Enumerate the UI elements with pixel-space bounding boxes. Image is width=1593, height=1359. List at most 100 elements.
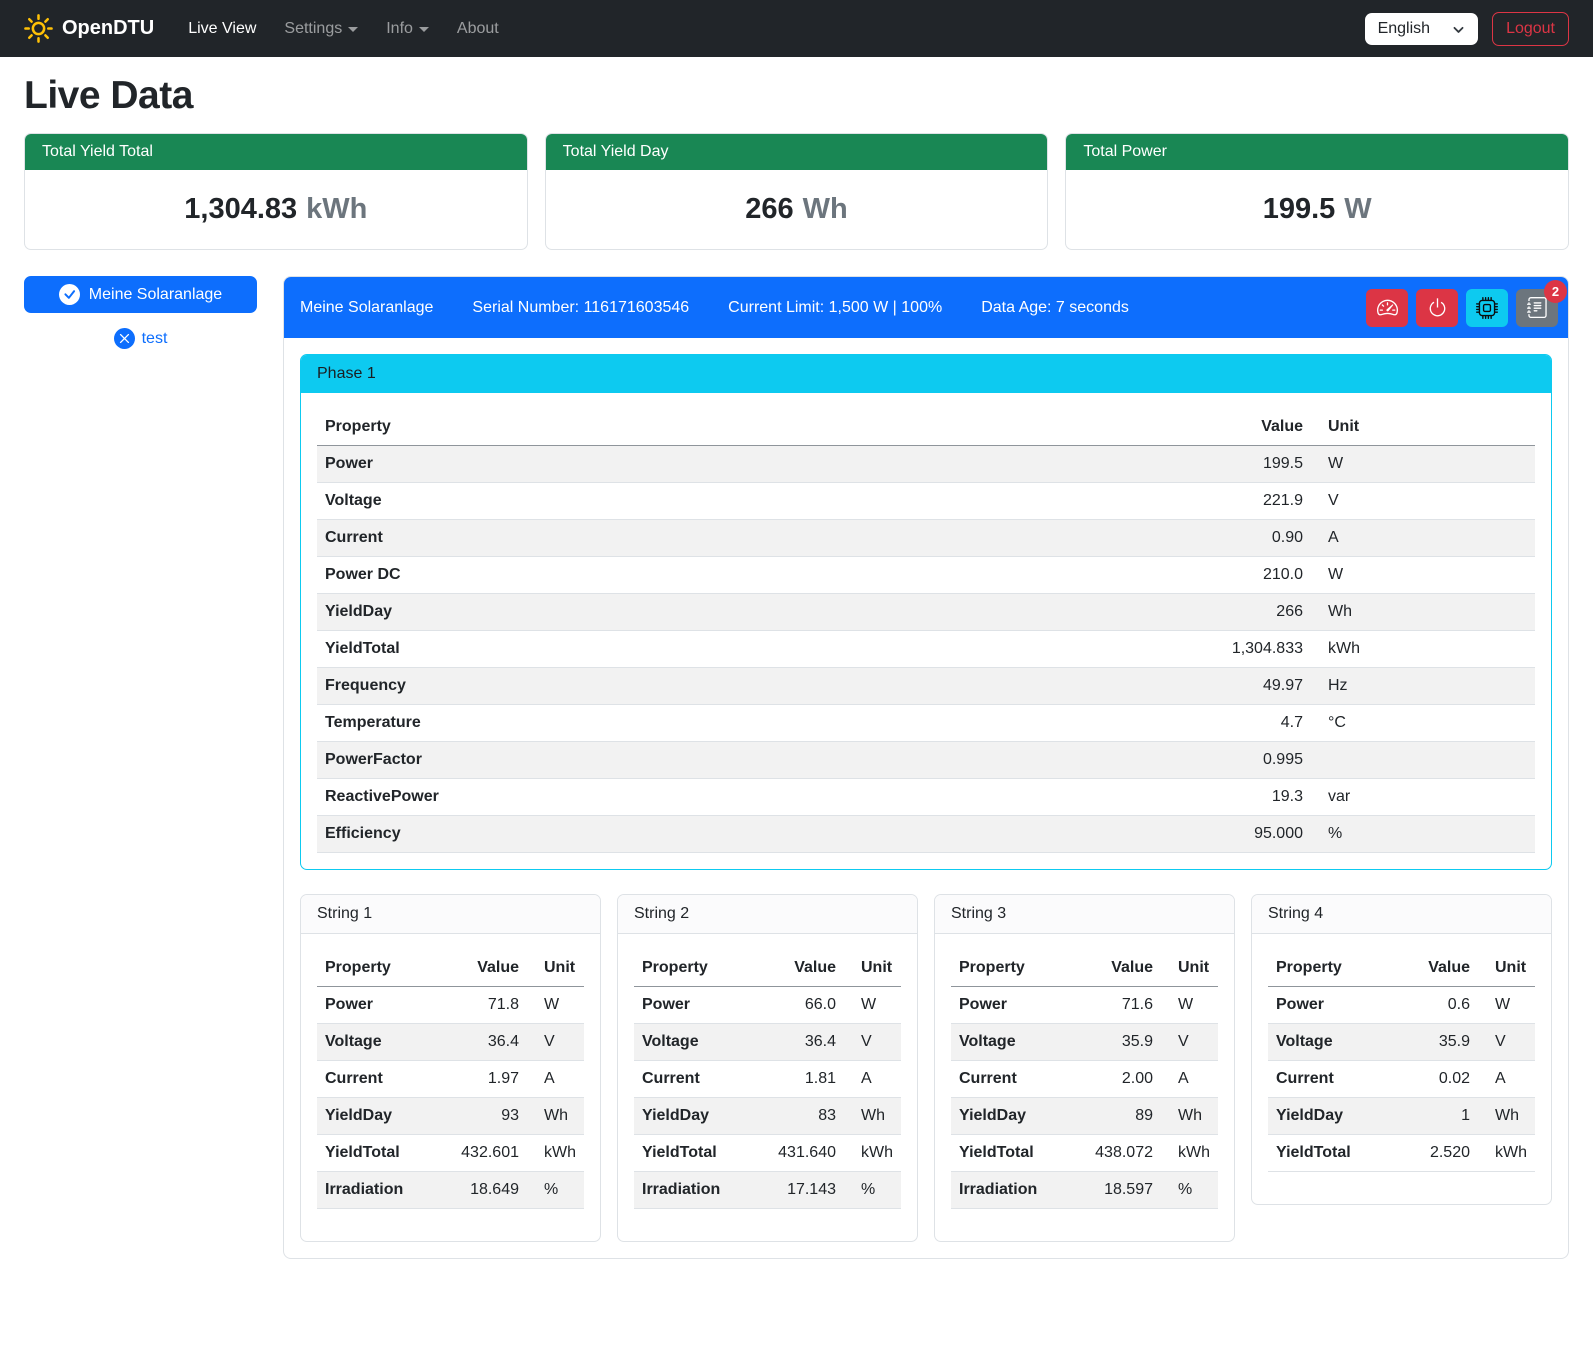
value-cell: 0.6: [1396, 987, 1478, 1024]
property-cell: Power: [317, 987, 435, 1024]
string-1-card: String 1 PropertyValueUnitPower71.8WVolt…: [300, 894, 601, 1242]
card-unit: kWh: [306, 193, 367, 225]
unit-cell: Wh: [1478, 1098, 1535, 1135]
value-cell: 2.520: [1396, 1135, 1478, 1172]
table-row: PowerFactor0.995: [317, 742, 1535, 779]
unit-cell: Wh: [527, 1098, 584, 1135]
table-row: YieldTotal2.520kWh: [1268, 1135, 1535, 1172]
property-cell: Irradiation: [634, 1172, 752, 1209]
property-cell: Irradiation: [951, 1172, 1069, 1209]
property-cell: Power: [951, 987, 1069, 1024]
unit-cell: A: [844, 1061, 901, 1098]
string-1-table: PropertyValueUnitPower71.8WVoltage36.4VC…: [317, 950, 584, 1209]
string-4-table: PropertyValueUnitPower0.6WVoltage35.9VCu…: [1268, 950, 1535, 1172]
table-row: YieldTotal431.640kWh: [634, 1135, 901, 1172]
nav-item-live-view[interactable]: Live View: [176, 12, 268, 46]
value-cell: 1: [1396, 1098, 1478, 1135]
card-value: 266: [745, 193, 793, 225]
phase-panel: Phase 1 PropertyValueUnitPower199.5WVolt…: [300, 354, 1552, 870]
nav-item-info[interactable]: Info: [374, 12, 441, 46]
device-info-button[interactable]: [1466, 289, 1508, 327]
sidebar-item-test[interactable]: test: [24, 328, 257, 349]
column-header: Unit: [1161, 950, 1218, 987]
table-row: Irradiation18.597%: [951, 1172, 1218, 1209]
unit-cell: W: [1478, 987, 1535, 1024]
limit-settings-button[interactable]: [1366, 289, 1408, 327]
card-title: Total Yield Total: [25, 134, 527, 170]
language-select[interactable]: English: [1365, 13, 1478, 45]
table-row: YieldDay266Wh: [317, 594, 1535, 631]
power-button[interactable]: [1416, 289, 1458, 327]
property-cell: Power: [317, 446, 912, 483]
table-row: YieldTotal1,304.833kWh: [317, 631, 1535, 668]
unit-cell: Hz: [1311, 668, 1535, 705]
column-header: Property: [317, 409, 912, 446]
unit-cell: kWh: [844, 1135, 901, 1172]
unit-cell: V: [1161, 1024, 1218, 1061]
unit-cell: V: [1478, 1024, 1535, 1061]
navbar-right: English Logout: [1365, 12, 1569, 46]
table-row: Power0.6W: [1268, 987, 1535, 1024]
value-cell: 210.0: [912, 557, 1311, 594]
property-cell: Efficiency: [317, 816, 912, 853]
nav-items: Live View Settings Info About: [176, 12, 511, 46]
value-cell: 0.02: [1396, 1061, 1478, 1098]
brand-link[interactable]: OpenDTU: [24, 14, 154, 43]
card-title: Total Power: [1066, 134, 1568, 170]
power-icon: [1427, 297, 1448, 318]
check-circle-icon: [59, 284, 80, 305]
value-cell: 1,304.833: [912, 631, 1311, 668]
table-row: Current0.02A: [1268, 1061, 1535, 1098]
value-cell: 0.995: [912, 742, 1311, 779]
value-cell: 83: [752, 1098, 844, 1135]
navbar: OpenDTU Live View Settings Info About En…: [0, 0, 1593, 57]
value-cell: 221.9: [912, 483, 1311, 520]
table-row: Current2.00A: [951, 1061, 1218, 1098]
table-row: Voltage221.9V: [317, 483, 1535, 520]
property-cell: Current: [951, 1061, 1069, 1098]
property-cell: Power DC: [317, 557, 912, 594]
property-cell: Voltage: [951, 1024, 1069, 1061]
sidebar-item-meine-solaranlage[interactable]: Meine Solaranlage: [24, 276, 257, 313]
value-cell: 431.640: [752, 1135, 844, 1172]
column-header: Property: [951, 950, 1069, 987]
table-row: YieldDay93Wh: [317, 1098, 584, 1135]
journal-icon: [1527, 297, 1548, 318]
chevron-down-icon: [1452, 23, 1465, 36]
table-row: YieldDay89Wh: [951, 1098, 1218, 1135]
string-3-table: PropertyValueUnitPower71.6WVoltage35.9VC…: [951, 950, 1218, 1209]
table-row: Current1.97A: [317, 1061, 584, 1098]
column-header: Unit: [844, 950, 901, 987]
value-cell: 2.00: [1069, 1061, 1161, 1098]
unit-cell: %: [1311, 816, 1535, 853]
strings-row: String 1 PropertyValueUnitPower71.8WVolt…: [300, 894, 1552, 1242]
value-cell: 1.97: [435, 1061, 527, 1098]
table-row: Temperature4.7°C: [317, 705, 1535, 742]
column-header: Value: [752, 950, 844, 987]
unit-cell: V: [1311, 483, 1535, 520]
unit-cell: [1311, 742, 1535, 779]
column-header: Value: [1396, 950, 1478, 987]
unit-cell: Wh: [1311, 594, 1535, 631]
chevron-down-icon: [348, 27, 358, 32]
unit-cell: W: [1311, 557, 1535, 594]
card-unit: W: [1344, 193, 1371, 225]
property-cell: YieldTotal: [1268, 1135, 1396, 1172]
property-cell: Frequency: [317, 668, 912, 705]
brand-label: OpenDTU: [62, 17, 154, 40]
string-3-card: String 3 PropertyValueUnitPower71.6WVolt…: [934, 894, 1235, 1242]
nav-item-settings[interactable]: Settings: [272, 12, 370, 46]
property-cell: Current: [317, 1061, 435, 1098]
table-row: YieldTotal432.601kWh: [317, 1135, 584, 1172]
logout-button[interactable]: Logout: [1492, 12, 1569, 46]
event-log-button[interactable]: 2: [1516, 289, 1558, 327]
unit-cell: W: [1161, 987, 1218, 1024]
table-row: Voltage36.4V: [317, 1024, 584, 1061]
table-row: ReactivePower19.3var: [317, 779, 1535, 816]
cpu-icon: [1476, 297, 1498, 319]
property-cell: Current: [634, 1061, 752, 1098]
unit-cell: °C: [1311, 705, 1535, 742]
property-cell: YieldTotal: [951, 1135, 1069, 1172]
nav-item-about[interactable]: About: [445, 12, 511, 46]
unit-cell: A: [1478, 1061, 1535, 1098]
